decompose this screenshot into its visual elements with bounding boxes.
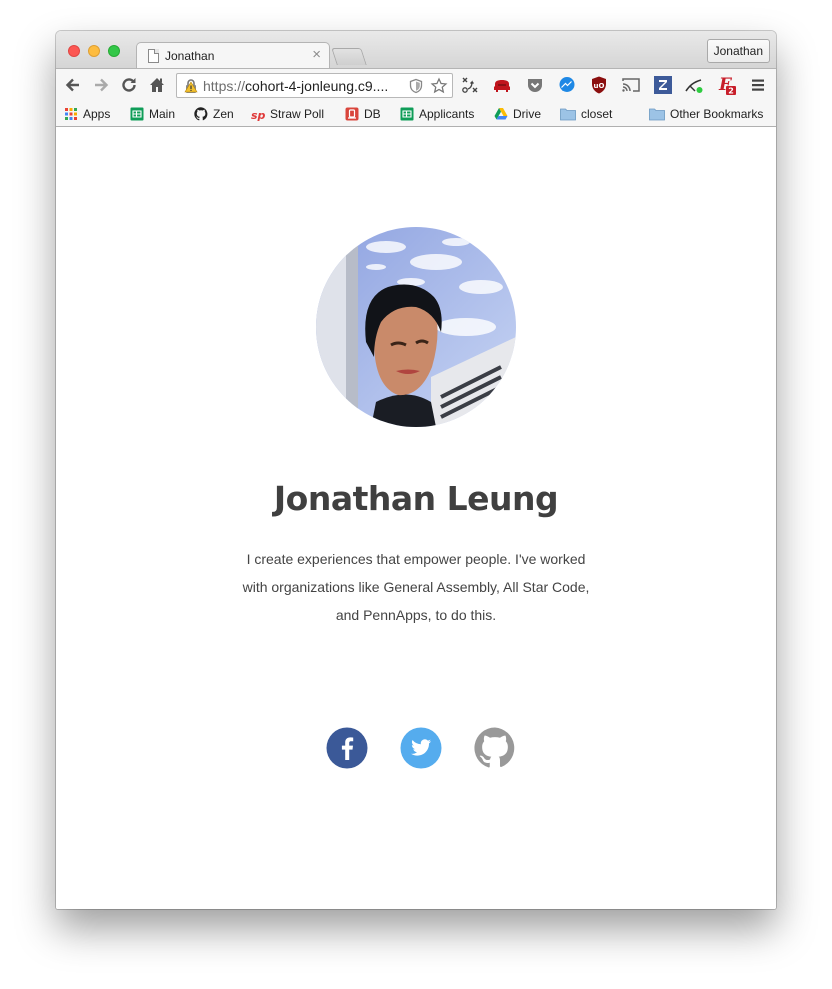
forward-icon[interactable]: [91, 75, 111, 95]
bookmark-label: Straw Poll: [270, 107, 325, 121]
svg-text:uO: uO: [594, 82, 605, 90]
svg-text:sp: sp: [251, 109, 265, 121]
twitter-icon: [400, 727, 442, 769]
profile-button[interactable]: Jonathan: [706, 39, 770, 63]
home-icon[interactable]: [147, 75, 167, 95]
facebook-link[interactable]: [326, 727, 368, 769]
bookmark-label: DB: [364, 107, 381, 121]
bookmark-applicants[interactable]: Applicants: [400, 106, 474, 122]
folder-icon: [649, 107, 665, 121]
drive-icon: [494, 107, 508, 121]
bookmark-db[interactable]: DB: [345, 106, 381, 122]
bookmark-closet[interactable]: closet: [560, 106, 612, 122]
sheets-icon: [400, 107, 414, 121]
bookmark-label: Zen: [213, 107, 234, 121]
bookmarks-bar: Apps Main Zen sp Straw Poll DB Applicant…: [56, 101, 776, 127]
new-tab-button[interactable]: [331, 48, 367, 65]
zotero-icon[interactable]: [653, 75, 673, 95]
toolbar: https://cohort-4-jonleung.c9.... uO F 2: [56, 68, 776, 101]
stylus-icon[interactable]: [684, 75, 704, 95]
page-title: Jonathan Leung: [273, 479, 559, 518]
bookmark-apps[interactable]: Apps: [64, 106, 110, 122]
tab-close-icon[interactable]: ×: [312, 46, 321, 64]
bookmark-other-bookmarks[interactable]: Other Bookmarks: [649, 106, 763, 122]
bookmark-main[interactable]: Main: [130, 106, 175, 122]
tab-title: Jonathan: [165, 49, 215, 63]
browser-window: Jonathan × Jonathan https://cohort-4-jon…: [56, 31, 776, 909]
address-bar[interactable]: https://cohort-4-jonleung.c9....: [176, 73, 453, 98]
bookmark-star-icon[interactable]: [430, 77, 448, 95]
bookmark-straw-poll[interactable]: sp Straw Poll: [251, 106, 324, 122]
bookmark-label: Apps: [83, 107, 111, 121]
folder-icon: [560, 107, 576, 121]
apps-grid-icon: [64, 107, 78, 121]
page-icon: [148, 49, 159, 63]
cast-icon[interactable]: [621, 75, 641, 95]
bookmark-label: Applicants: [419, 107, 475, 121]
page-content: Jonathan Leung I create experiences that…: [56, 127, 776, 909]
bookmark-label: Main: [149, 107, 176, 121]
bookmark-label: closet: [581, 107, 613, 121]
ublock-icon[interactable]: uO: [589, 75, 609, 95]
avatar: [316, 227, 516, 427]
facebook-icon: [326, 727, 368, 769]
db-icon: [345, 107, 359, 121]
pocket-icon[interactable]: [525, 75, 545, 95]
close-window-button[interactable]: [68, 45, 80, 57]
extension-badge-icon[interactable]: F2: [716, 75, 736, 96]
mixed-content-lock-icon: [184, 79, 198, 93]
shortcut-icon[interactable]: [460, 75, 480, 95]
bookmark-zen[interactable]: Zen: [194, 106, 234, 122]
title-bar: Jonathan × Jonathan: [56, 31, 776, 69]
strawpoll-icon: sp: [251, 107, 265, 121]
bookmark-label: Other Bookmarks: [670, 107, 764, 121]
sheets-icon: [130, 107, 144, 121]
messenger-icon[interactable]: [557, 75, 577, 95]
menu-icon[interactable]: [748, 75, 768, 95]
bookmark-drive[interactable]: Drive: [494, 106, 541, 122]
reload-icon[interactable]: [119, 75, 139, 95]
browser-tab[interactable]: Jonathan ×: [136, 42, 330, 69]
bookmark-label: Drive: [513, 107, 542, 121]
back-icon[interactable]: [63, 75, 83, 95]
pocket-sofa-icon[interactable]: [492, 75, 512, 95]
twitter-link[interactable]: [400, 727, 442, 769]
url-text: https://cohort-4-jonleung.c9....: [203, 78, 389, 94]
zoom-window-button[interactable]: [108, 45, 120, 57]
minimize-window-button[interactable]: [88, 45, 100, 57]
svg-text:2: 2: [728, 87, 734, 96]
github-link[interactable]: [474, 727, 516, 769]
github-icon: [194, 107, 208, 121]
shield-icon[interactable]: [408, 78, 424, 94]
bio-text: I create experiences that empower people…: [242, 551, 590, 623]
github-icon: [474, 727, 515, 768]
